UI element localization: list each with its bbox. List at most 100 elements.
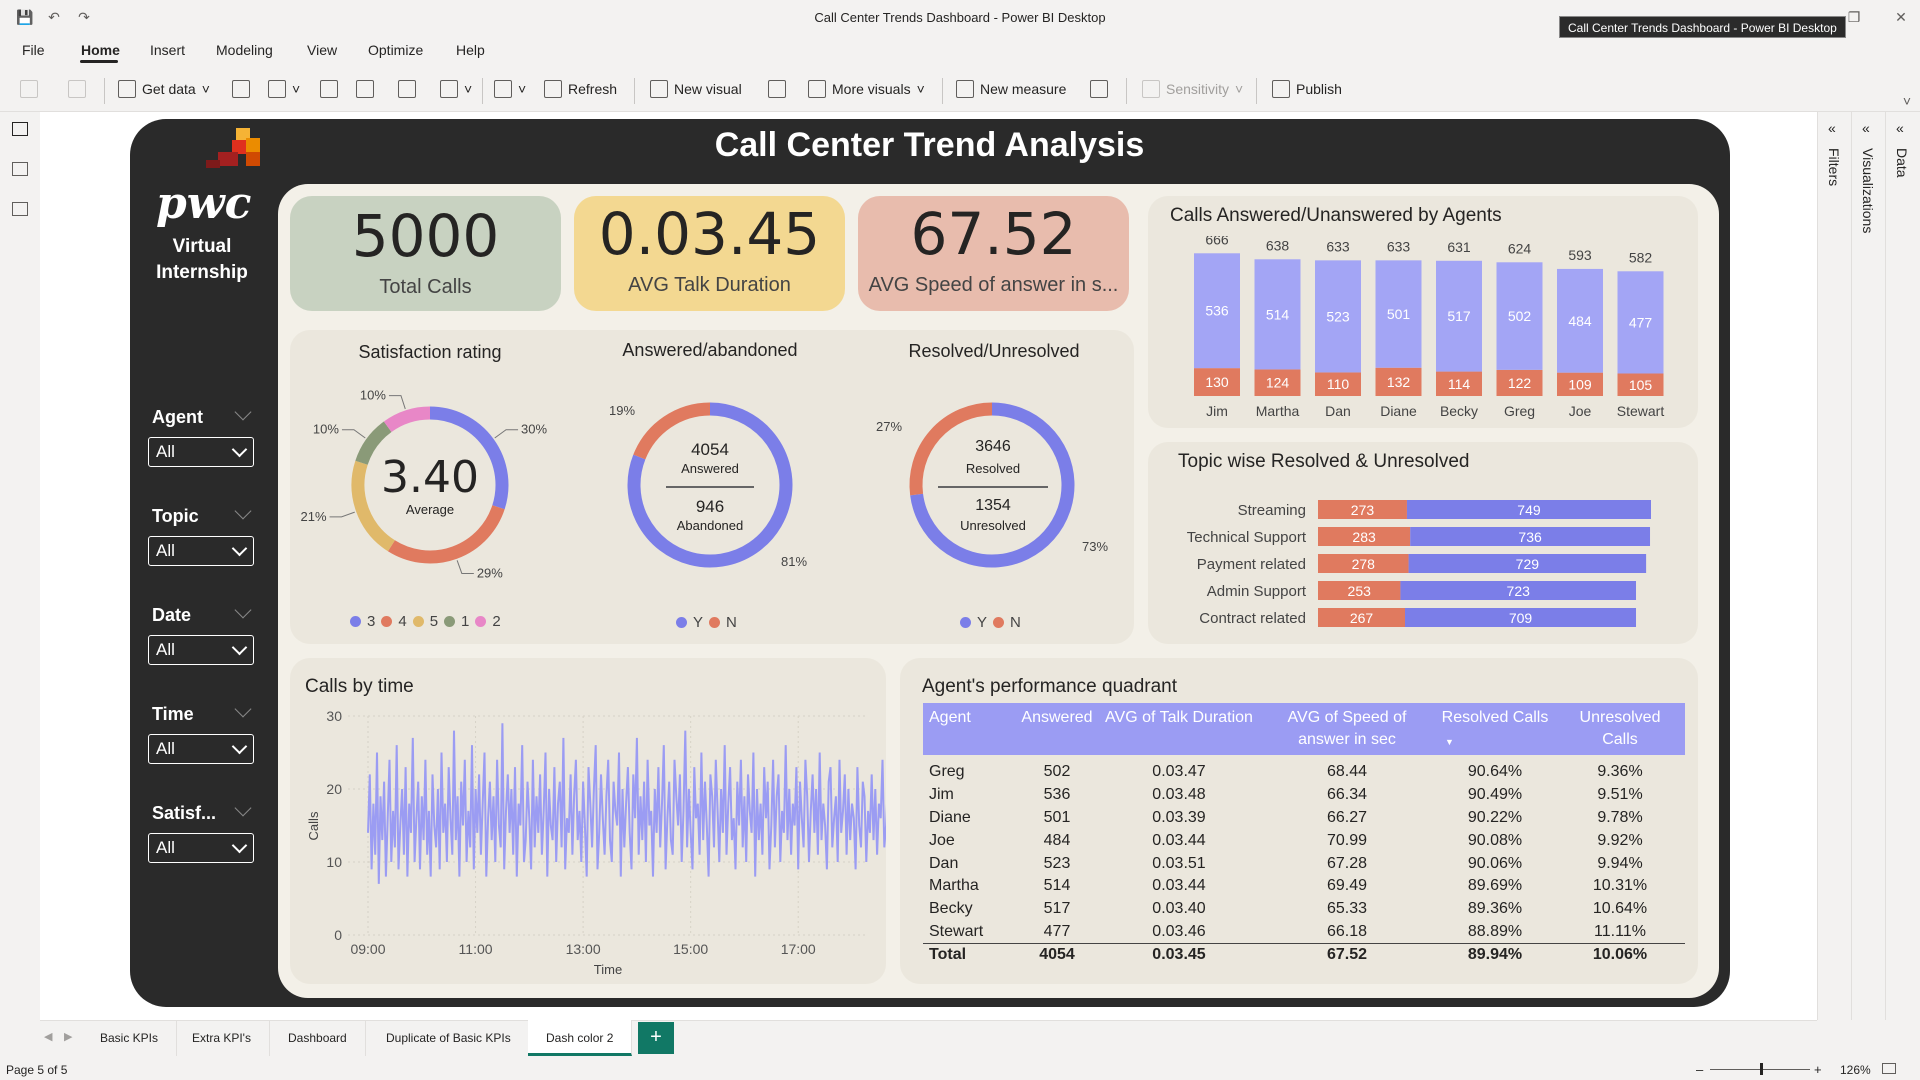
- table-row[interactable]: Greg 502 0.03.47 68.44 90.64% 9.36%: [923, 761, 1685, 784]
- calls-series-line[interactable]: [367, 723, 886, 884]
- table-cell: 67.28: [1326, 854, 1368, 872]
- table-cell: 0.03.40: [1152, 900, 1206, 918]
- menu-view[interactable]: View: [307, 42, 337, 58]
- table-total-row[interactable]: Total 4054 0.03.45 67.52 89.94% 10.06%: [923, 942, 1685, 967]
- kpi-card-total-calls[interactable]: 5000 Total Calls: [290, 196, 561, 311]
- kpi-label: AVG Speed of answer in s...: [868, 274, 1119, 296]
- topics-stacked-bar-chart[interactable]: 273 749 Streaming 283 736 Technical Support 27…: [1148, 490, 1698, 640]
- slicer-topic-dropdown[interactable]: All: [148, 536, 254, 566]
- menu-optimize[interactable]: Optimize: [368, 42, 423, 58]
- table-cell: 4054: [1015, 942, 1099, 967]
- satisfaction-average-value: 3.40: [381, 452, 479, 503]
- table-cell: 502: [1043, 763, 1071, 781]
- sensitivity-button[interactable]: Sensitivity ˅: [1142, 80, 1243, 98]
- kpi-card-avg-speed-answer[interactable]: 67.52 AVG Speed of answer in s...: [858, 196, 1129, 311]
- transform-data-button[interactable]: ˅: [494, 80, 526, 98]
- slicer-satisfaction-dropdown[interactable]: All: [148, 833, 254, 863]
- collapse-chevron-icon[interactable]: «: [1862, 120, 1870, 136]
- column-header-talk-duration[interactable]: AVG of Talk Duration: [1099, 703, 1259, 755]
- collapse-chevron-icon[interactable]: «: [1896, 120, 1904, 136]
- bar-value-label: 514: [1266, 306, 1290, 322]
- tab-scroll-right-icon[interactable]: ▶: [64, 1030, 72, 1043]
- agents-stacked-bar-chart[interactable]: 130 536 666 Jim 124 514 638 Martha 110 523 633 Dan 1…: [1148, 236, 1698, 426]
- column-header-resolved[interactable]: Resolved Calls ▼: [1435, 703, 1555, 755]
- fit-to-page-icon[interactable]: [1882, 1063, 1896, 1074]
- excel-icon: [232, 80, 250, 98]
- recent-sources-button[interactable]: ˅: [440, 80, 472, 98]
- table-cell: Becky: [929, 900, 973, 918]
- model-view-icon[interactable]: [12, 202, 28, 216]
- tab-dashboard[interactable]: Dashboard: [270, 1020, 366, 1056]
- kpi-label: AVG Talk Duration: [628, 274, 791, 296]
- visualizations-pane[interactable]: « Visualizations: [1851, 112, 1885, 1020]
- zoom-out-button[interactable]: –: [1696, 1062, 1703, 1077]
- table-row[interactable]: Jim 536 0.03.48 66.34 90.49% 9.51%: [923, 784, 1685, 807]
- menu-modeling[interactable]: Modeling: [216, 42, 273, 58]
- data-pane[interactable]: « Data: [1885, 112, 1920, 1020]
- enter-data-button[interactable]: [356, 80, 374, 98]
- filters-pane[interactable]: « Filters: [1817, 112, 1851, 1020]
- table-row[interactable]: Diane 501 0.03.39 66.27 90.22% 9.78%: [923, 807, 1685, 830]
- text-box-button[interactable]: [768, 80, 786, 98]
- zoom-slider-thumb[interactable]: [1760, 1063, 1763, 1075]
- table-row[interactable]: Becky 517 0.03.40 65.33 89.36% 10.64%: [923, 898, 1685, 921]
- slicer-time-dropdown[interactable]: All: [148, 734, 254, 764]
- agent-performance-table[interactable]: Agent Answered AVG of Talk Duration AVG …: [923, 703, 1685, 967]
- tab-scroll-left-icon[interactable]: ◀: [44, 1030, 52, 1043]
- table-row[interactable]: Martha 514 0.03.44 69.49 89.69% 10.31%: [923, 875, 1685, 898]
- table-cell: 0.03.46: [1152, 922, 1206, 940]
- sql-button[interactable]: [320, 80, 338, 98]
- ribbon-collapse-icon[interactable]: ˅: [1898, 92, 1916, 110]
- table-row[interactable]: Stewart 477 0.03.46 66.18 88.89% 11.11%: [923, 921, 1685, 944]
- unresolved-count: 1354: [975, 497, 1011, 514]
- report-view-icon[interactable]: [12, 122, 28, 136]
- new-visual-button[interactable]: New visual: [650, 80, 742, 98]
- menu-help[interactable]: Help: [456, 42, 485, 58]
- quick-measure-button[interactable]: [1090, 80, 1108, 98]
- column-header-speed-answer[interactable]: AVG of Speed of answer in sec: [1259, 703, 1435, 755]
- table-cell: 88.89%: [1467, 922, 1523, 940]
- onelake-button[interactable]: ˅: [268, 80, 300, 98]
- table-cell: 0.03.39: [1152, 808, 1206, 826]
- menu-bar: [0, 34, 1920, 66]
- zoom-in-button[interactable]: +: [1814, 1062, 1822, 1077]
- publish-button[interactable]: Publish: [1272, 80, 1342, 98]
- menu-file[interactable]: File: [22, 42, 45, 58]
- kpi-card-avg-talk-duration[interactable]: 0.03.45 AVG Talk Duration: [574, 196, 845, 311]
- table-view-icon[interactable]: [12, 162, 28, 176]
- slicer-agent-dropdown[interactable]: All: [148, 437, 254, 467]
- table-row[interactable]: Dan 523 0.03.51 67.28 90.06% 9.94%: [923, 852, 1685, 875]
- menu-home[interactable]: Home: [81, 42, 120, 58]
- menu-insert[interactable]: Insert: [150, 42, 185, 58]
- satisfaction-segment-2[interactable]: [383, 406, 431, 433]
- dataverse-button[interactable]: [398, 80, 416, 98]
- tab-dash-color-2[interactable]: Dash color 2: [528, 1020, 633, 1056]
- bar-value-label: 273: [1351, 502, 1375, 518]
- tab-duplicate-basic-kpis[interactable]: Duplicate of Basic KPIs: [368, 1020, 530, 1056]
- format-painter-button[interactable]: [68, 80, 86, 98]
- get-data-button[interactable]: Get data ˅: [118, 80, 210, 98]
- collapse-chevron-icon[interactable]: «: [1828, 120, 1836, 136]
- satisfaction-average-label: Average: [405, 502, 455, 517]
- column-header-unresolved[interactable]: Unresolved Calls: [1555, 703, 1685, 755]
- bar-value-label: 122: [1508, 375, 1532, 391]
- topics-chart-title: Topic wise Resolved & Unresolved: [1178, 451, 1470, 472]
- tab-basic-kpis[interactable]: Basic KPIs: [82, 1020, 178, 1056]
- new-measure-button[interactable]: New measure: [956, 80, 1066, 98]
- excel-button[interactable]: [232, 80, 250, 98]
- resolved-donut-chart[interactable]: [852, 370, 1132, 606]
- tab-extra-kpis[interactable]: Extra KPI's: [174, 1020, 270, 1056]
- calls-by-time-line-chart[interactable]: 0 10 20 30 09:00 11:00 13:00 15:00 17:00 Time Call…: [290, 700, 886, 982]
- refresh-button[interactable]: Refresh: [544, 80, 617, 98]
- sort-descending-icon: ▼: [1445, 737, 1454, 747]
- slicer-date-dropdown[interactable]: All: [148, 635, 254, 665]
- add-page-button[interactable]: +: [638, 1022, 674, 1054]
- table-row[interactable]: Joe 484 0.03.44 70.99 90.08% 9.92%: [923, 829, 1685, 852]
- chevron-down-icon: ˅: [518, 81, 527, 97]
- column-header-answered[interactable]: Answered: [1015, 703, 1099, 755]
- restore-icon[interactable]: ❐: [1845, 8, 1863, 26]
- column-header-agent[interactable]: Agent: [923, 703, 1015, 755]
- more-visuals-button[interactable]: More visuals ˅: [808, 80, 925, 98]
- close-icon[interactable]: ✕: [1892, 8, 1910, 26]
- paste-button[interactable]: [20, 80, 38, 98]
